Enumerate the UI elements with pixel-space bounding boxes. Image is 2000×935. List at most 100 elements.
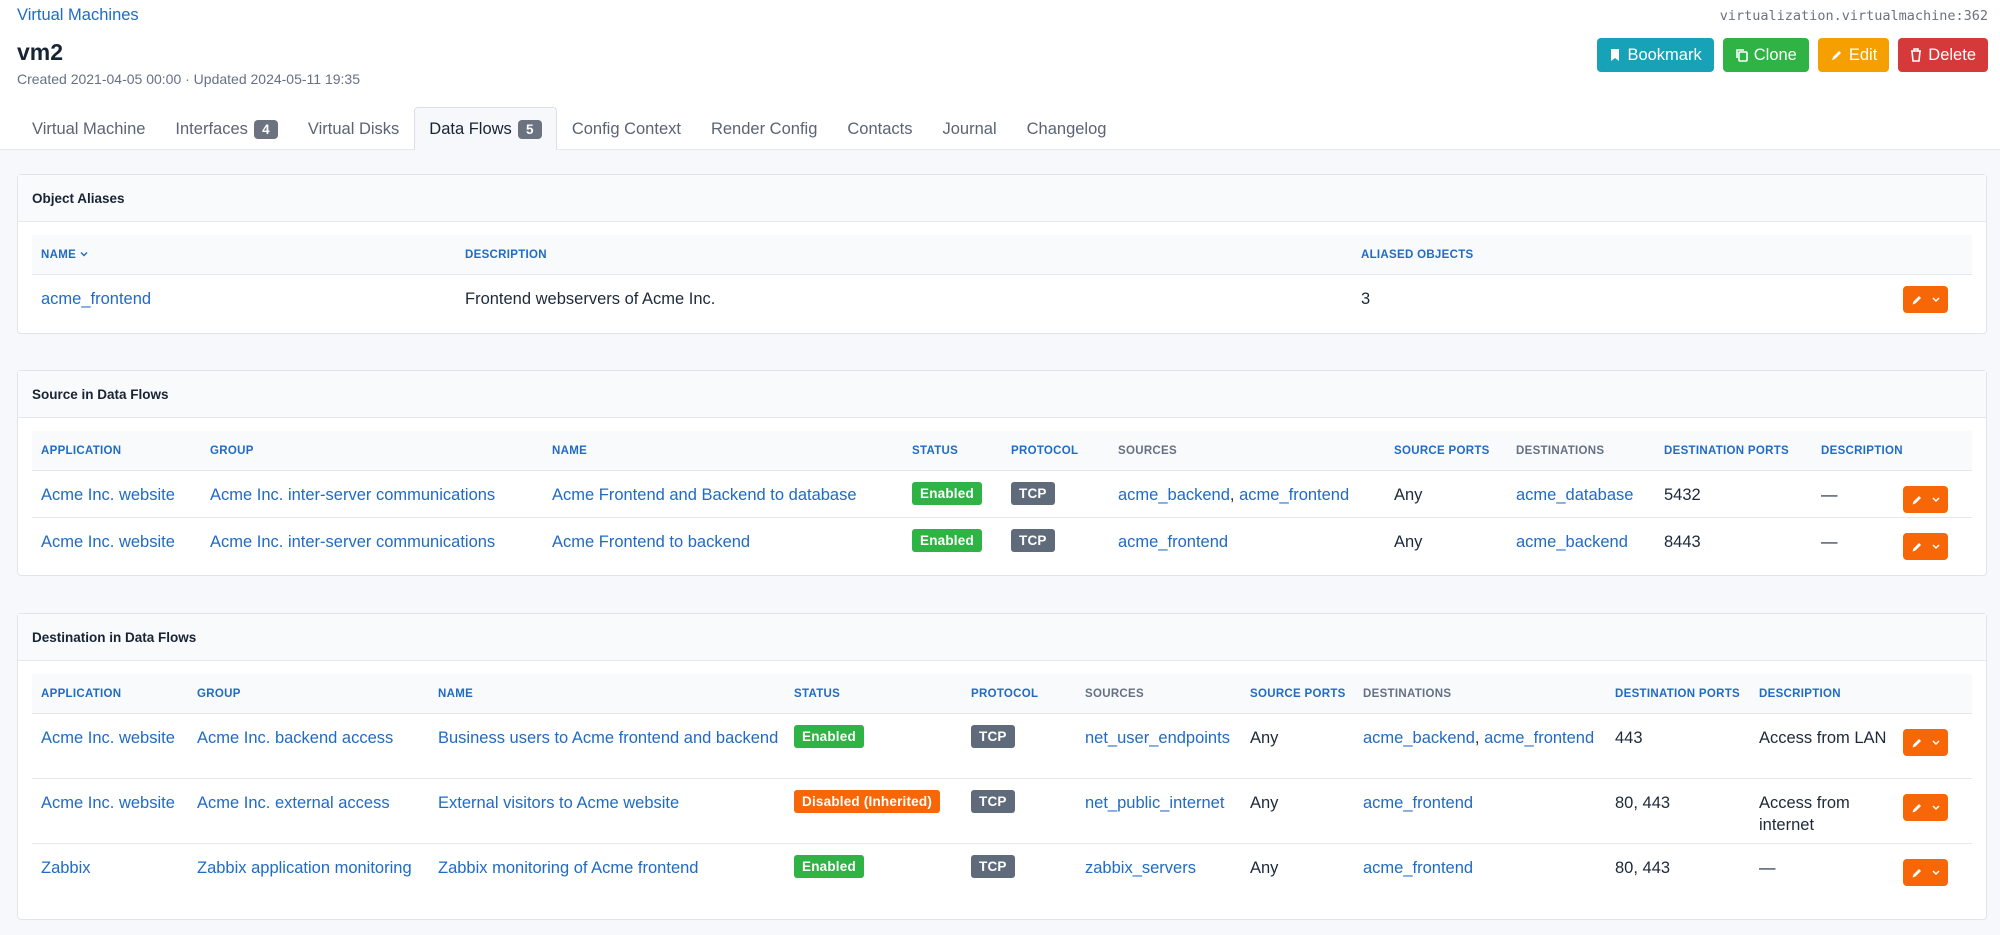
tab-count-badge: 5 — [517, 119, 542, 139]
column-header-aliased-objects[interactable]: ALIASED OBJECTS — [1361, 235, 1474, 275]
table-header: APPLICATION GROUP NAME STATUS PROTOCOL SOURCE… — [32, 674, 1972, 714]
application-link[interactable]: Zabbix — [41, 857, 191, 879]
column-header-source-ports[interactable]: SOURCE PORTS — [1394, 431, 1490, 471]
column-header-name[interactable]: NAME — [438, 674, 473, 714]
column-header-status[interactable]: STATUS — [912, 431, 958, 471]
column-header-protocol[interactable]: PROTOCOL — [1011, 431, 1078, 471]
tab-data-flows[interactable]: Data Flows 5 — [414, 107, 557, 150]
tab-label: Contacts — [847, 119, 913, 138]
card-title: Object Aliases — [18, 175, 1986, 222]
column-header-name[interactable]: NAME — [41, 235, 88, 275]
pencil-icon — [1912, 542, 1922, 551]
group-link[interactable]: Zabbix application monitoring — [197, 857, 427, 879]
row-edit-menu-button[interactable] — [1903, 729, 1948, 756]
description-cell: Access from internet — [1759, 794, 1850, 834]
column-header-description[interactable]: DESCRIPTION — [465, 235, 547, 275]
table-row: Acme Inc. website Acme Inc. inter-server … — [32, 518, 1972, 565]
source-ports-cell: Any — [1394, 533, 1423, 551]
column-header-application[interactable]: APPLICATION — [41, 431, 121, 471]
application-link[interactable]: Acme Inc. website — [41, 727, 191, 749]
tab-journal[interactable]: Journal — [928, 107, 1012, 150]
source-link[interactable]: zabbix_servers — [1085, 859, 1196, 877]
column-header-status[interactable]: STATUS — [794, 674, 840, 714]
sources-cell: net_public_internet — [1085, 792, 1245, 814]
column-header-group[interactable]: GROUP — [210, 431, 254, 471]
clone-button-label: Clone — [1753, 45, 1797, 64]
source-link[interactable]: net_user_endpoints — [1085, 729, 1230, 747]
column-header-destination-ports[interactable]: DESTINATION PORTS — [1664, 431, 1789, 471]
chevron-down-icon — [1932, 496, 1940, 502]
status-badge: Enabled — [794, 725, 864, 748]
object-aliases-table: NAME DESCRIPTION ALIASED OBJECTS acme_fr… — [32, 235, 1972, 321]
tab-virtual-machine[interactable]: Virtual Machine — [17, 107, 160, 150]
name-link[interactable]: External visitors to Acme website — [438, 792, 788, 814]
destination-ports-cell: 8443 — [1664, 533, 1701, 551]
column-header-sources[interactable]: SOURCES — [1085, 674, 1144, 714]
destination-link[interactable]: acme_frontend — [1484, 729, 1594, 747]
source-link[interactable]: net_public_internet — [1085, 794, 1224, 812]
tab-label: Data Flows — [429, 119, 512, 138]
column-header-destination-ports[interactable]: DESTINATION PORTS — [1615, 674, 1740, 714]
page-header: Virtual Machines virtualization.virtualm… — [0, 0, 2000, 150]
tab-interfaces[interactable]: Interfaces 4 — [160, 107, 292, 150]
tab-config-context[interactable]: Config Context — [557, 107, 696, 150]
column-header-description[interactable]: DESCRIPTION — [1821, 431, 1903, 471]
alias-name-link[interactable]: acme_frontend — [41, 288, 151, 310]
application-link[interactable]: Acme Inc. website — [41, 792, 191, 814]
column-header-name[interactable]: NAME — [552, 431, 587, 471]
delete-button[interactable]: Delete — [1898, 38, 1988, 72]
destination-link[interactable]: acme_backend — [1363, 729, 1475, 747]
chevron-down-icon — [1932, 869, 1940, 875]
destination-link[interactable]: acme_frontend — [1363, 859, 1473, 877]
source-link[interactable]: acme_backend — [1118, 486, 1230, 504]
destinations-cell: acme_backend — [1516, 531, 1656, 553]
tab-label: Virtual Disks — [307, 119, 400, 138]
list-separator: , — [1474, 729, 1485, 747]
destination-link[interactable]: acme_frontend — [1363, 794, 1473, 812]
tab-contacts[interactable]: Contacts — [832, 107, 927, 150]
name-link[interactable]: Zabbix monitoring of Acme frontend — [438, 857, 788, 879]
name-link[interactable]: Acme Frontend to backend — [552, 531, 902, 553]
destination-link[interactable]: acme_backend — [1516, 533, 1628, 551]
source-ports-cell: Any — [1250, 794, 1279, 812]
column-header-protocol[interactable]: PROTOCOL — [971, 674, 1038, 714]
source-link[interactable]: acme_frontend — [1118, 533, 1228, 551]
bookmark-button[interactable]: Bookmark — [1597, 38, 1714, 72]
chevron-down-icon — [1932, 296, 1940, 302]
column-header-destinations[interactable]: DESTINATIONS — [1516, 431, 1604, 471]
destination-ports-cell: 80, 443 — [1615, 794, 1671, 812]
row-edit-menu-button[interactable] — [1903, 486, 1948, 513]
tab-count-badge: 4 — [253, 119, 278, 139]
breadcrumb[interactable]: Virtual Machines — [17, 6, 139, 25]
column-header-description[interactable]: DESCRIPTION — [1759, 674, 1841, 714]
row-edit-menu-button[interactable] — [1903, 859, 1948, 886]
group-link[interactable]: Acme Inc. backend access — [197, 727, 427, 749]
group-link[interactable]: Acme Inc. external access — [197, 792, 427, 814]
edit-button[interactable]: Edit — [1817, 38, 1890, 72]
tab-virtual-disks[interactable]: Virtual Disks — [293, 107, 414, 150]
destination-data-flows-card: Destination in Data Flows APPLICATION GRO… — [17, 613, 1987, 920]
column-header-destinations[interactable]: DESTINATIONS — [1363, 674, 1451, 714]
application-link[interactable]: Acme Inc. website — [41, 484, 201, 506]
column-header-application[interactable]: APPLICATION — [41, 674, 121, 714]
column-header-sources[interactable]: SOURCES — [1118, 431, 1177, 471]
tab-changelog[interactable]: Changelog — [1012, 107, 1122, 150]
destinations-cell: acme_database — [1516, 484, 1656, 506]
source-link[interactable]: acme_frontend — [1239, 486, 1349, 504]
protocol-cell: TCP — [1011, 482, 1055, 505]
destination-link[interactable]: acme_database — [1516, 486, 1633, 504]
row-edit-menu-button[interactable] — [1903, 794, 1948, 821]
group-link[interactable]: Acme Inc. inter-server communications — [210, 484, 540, 506]
protocol-cell: TCP — [1011, 529, 1055, 552]
group-link[interactable]: Acme Inc. inter-server communications — [210, 531, 540, 553]
tab-render-config[interactable]: Render Config — [696, 107, 832, 150]
column-header-group[interactable]: GROUP — [197, 674, 241, 714]
name-link[interactable]: Acme Frontend and Backend to database — [552, 484, 902, 506]
row-edit-menu-button[interactable] — [1903, 533, 1948, 560]
application-link[interactable]: Acme Inc. website — [41, 531, 201, 553]
tab-label: Interfaces — [175, 119, 248, 138]
column-header-source-ports[interactable]: SOURCE PORTS — [1250, 674, 1346, 714]
clone-button[interactable]: Clone — [1722, 38, 1809, 72]
row-edit-menu-button[interactable] — [1903, 286, 1948, 313]
name-link[interactable]: Business users to Acme frontend and back… — [438, 727, 788, 749]
